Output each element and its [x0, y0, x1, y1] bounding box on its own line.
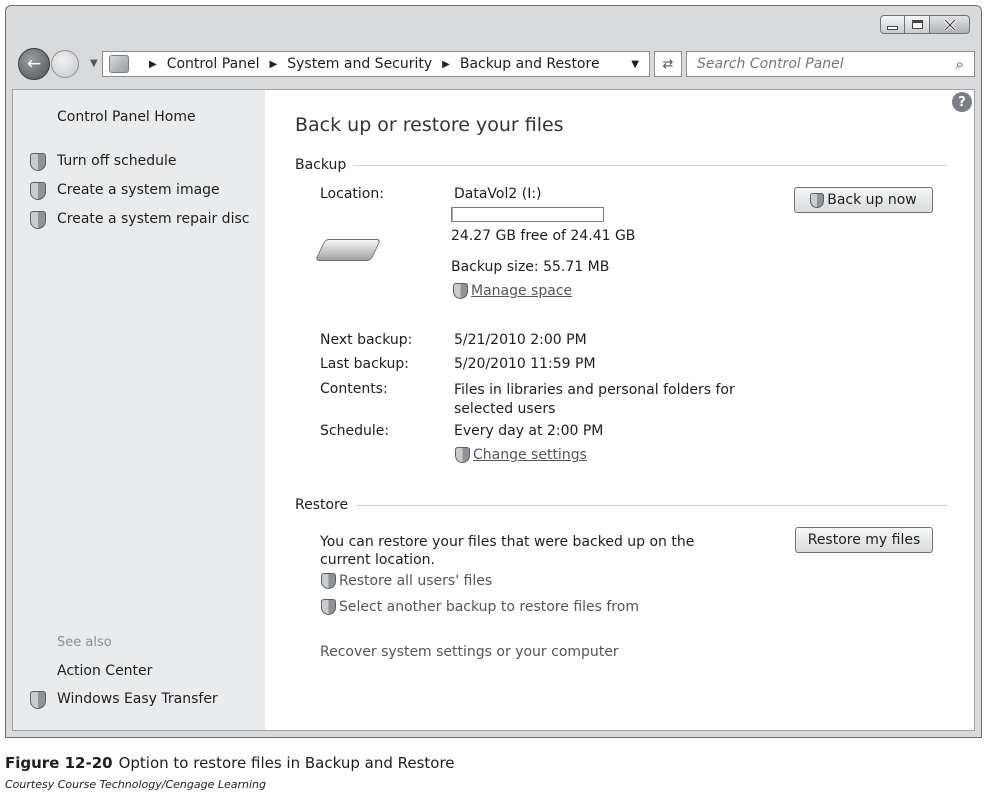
backup-heading: Backup — [295, 157, 347, 173]
address-dropdown[interactable]: ▼ — [631, 59, 639, 70]
contents-value: Files in libraries and personal folders … — [454, 382, 735, 417]
last-backup-value: 5/20/2010 11:59 PM — [454, 356, 596, 372]
caption-buttons — [880, 15, 970, 34]
figure-caption-text: Option to restore files in Backup and Re… — [118, 754, 455, 772]
create-repair-disc-link[interactable]: Create a system repair disc — [57, 211, 249, 227]
main-pane: ? Back up or restore your files Backup L… — [265, 90, 974, 730]
close-icon — [943, 18, 956, 31]
backup-section-heading: Backup — [295, 157, 947, 173]
shield-icon — [321, 573, 336, 589]
content-area: Control Panel Home Turn off schedule Cre… — [12, 89, 975, 731]
backup-restore-window: ← ▼ ▶ Control Panel ▶ System and Securit… — [5, 5, 982, 738]
figure-label: Figure 12-20 — [5, 754, 113, 772]
action-center-link[interactable]: Action Center — [57, 663, 152, 679]
backup-size-text: Backup size: 55.71 MB — [451, 259, 610, 275]
page-title: Back up or restore your files — [295, 114, 564, 136]
breadcrumb-separator[interactable]: ▶ — [270, 59, 278, 70]
schedule-value: Every day at 2:00 PM — [454, 423, 604, 439]
control-panel-home-link[interactable]: Control Panel Home — [57, 109, 196, 125]
forward-button[interactable] — [51, 50, 79, 78]
search-input[interactable]: Search Control Panel ⌕ — [686, 51, 975, 77]
restore-heading: Restore — [295, 497, 349, 513]
next-backup-value: 5/21/2010 2:00 PM — [454, 332, 587, 348]
shield-icon — [321, 599, 336, 615]
control-panel-icon — [109, 55, 129, 73]
task-pane: Control Panel Home Turn off schedule Cre… — [13, 90, 265, 730]
shield-icon — [30, 153, 46, 171]
select-another-backup-link[interactable]: Select another backup to restore files f… — [321, 599, 639, 615]
location-value: DataVol2 (I:) — [454, 186, 542, 202]
restore-description: You can restore your files that were bac… — [320, 534, 695, 568]
search-icon[interactable]: ⌕ — [956, 55, 964, 73]
see-also-heading: See also — [57, 635, 112, 650]
restore-my-files-label: Restore my files — [807, 532, 921, 548]
back-button[interactable]: ← — [18, 48, 50, 80]
next-backup-label: Next backup: — [320, 332, 413, 348]
turn-off-schedule-link[interactable]: Turn off schedule — [57, 153, 177, 169]
maximize-icon — [911, 20, 923, 29]
windows-easy-transfer-link[interactable]: Windows Easy Transfer — [57, 691, 218, 707]
restore-section-heading: Restore — [295, 497, 947, 513]
disk-usage-fill — [452, 208, 453, 221]
search-placeholder: Search Control Panel — [697, 56, 844, 72]
figure-credit: Courtesy Course Technology/Cengage Learn… — [5, 778, 266, 791]
back-up-now-button[interactable]: Back up now — [794, 187, 933, 213]
breadcrumb-system-and-security[interactable]: System and Security — [287, 56, 432, 72]
shield-icon — [453, 283, 468, 299]
section-divider — [356, 504, 947, 506]
manage-space-link[interactable]: Manage space — [453, 283, 572, 299]
refresh-icon: ⇄ — [662, 56, 674, 72]
minimize-button[interactable] — [880, 15, 905, 34]
change-settings-link[interactable]: Change settings — [455, 447, 587, 463]
maximize-button[interactable] — [905, 15, 930, 34]
change-settings-label: Change settings — [473, 447, 587, 463]
help-button[interactable]: ? — [952, 92, 972, 112]
restore-my-files-button[interactable]: Restore my files — [795, 527, 933, 553]
breadcrumb-separator[interactable]: ▶ — [442, 59, 450, 70]
address-bar[interactable]: ▶ Control Panel ▶ System and Security ▶ … — [102, 51, 650, 77]
back-up-now-label: Back up now — [827, 192, 917, 208]
help-icon: ? — [958, 94, 966, 110]
close-button[interactable] — [930, 15, 970, 34]
breadcrumb-backup-and-restore[interactable]: Backup and Restore — [460, 56, 600, 72]
drive-icon — [314, 235, 382, 265]
section-divider — [354, 164, 947, 166]
breadcrumb-control-panel[interactable]: Control Panel — [167, 56, 260, 72]
back-arrow-icon: ← — [26, 54, 42, 74]
contents-label: Contents: — [320, 381, 388, 397]
create-system-image-link[interactable]: Create a system image — [57, 182, 220, 198]
recover-system-link[interactable]: Recover system settings or your computer — [320, 644, 619, 660]
shield-icon — [810, 192, 825, 208]
navigation-bar: ← ▼ ▶ Control Panel ▶ System and Securit… — [12, 47, 975, 81]
figure-caption: Figure 12-20 Option to restore files in B… — [5, 754, 455, 772]
select-another-backup-label: Select another backup to restore files f… — [339, 599, 639, 615]
shield-icon — [30, 691, 46, 709]
last-backup-label: Last backup: — [320, 356, 409, 372]
manage-space-label: Manage space — [471, 283, 573, 299]
location-label: Location: — [320, 186, 384, 202]
recent-pages-dropdown[interactable]: ▼ — [90, 58, 98, 69]
refresh-button[interactable]: ⇄ — [654, 51, 682, 77]
restore-all-users-link[interactable]: Restore all users' files — [321, 573, 492, 589]
shield-icon — [30, 211, 46, 229]
breadcrumb-separator[interactable]: ▶ — [149, 59, 157, 70]
restore-all-users-label: Restore all users' files — [339, 573, 493, 589]
free-space-text: 24.27 GB free of 24.41 GB — [451, 228, 636, 244]
shield-icon — [30, 182, 46, 200]
disk-usage-bar — [451, 207, 604, 222]
schedule-label: Schedule: — [320, 423, 390, 439]
minimize-icon — [887, 25, 898, 30]
shield-icon — [455, 447, 470, 463]
